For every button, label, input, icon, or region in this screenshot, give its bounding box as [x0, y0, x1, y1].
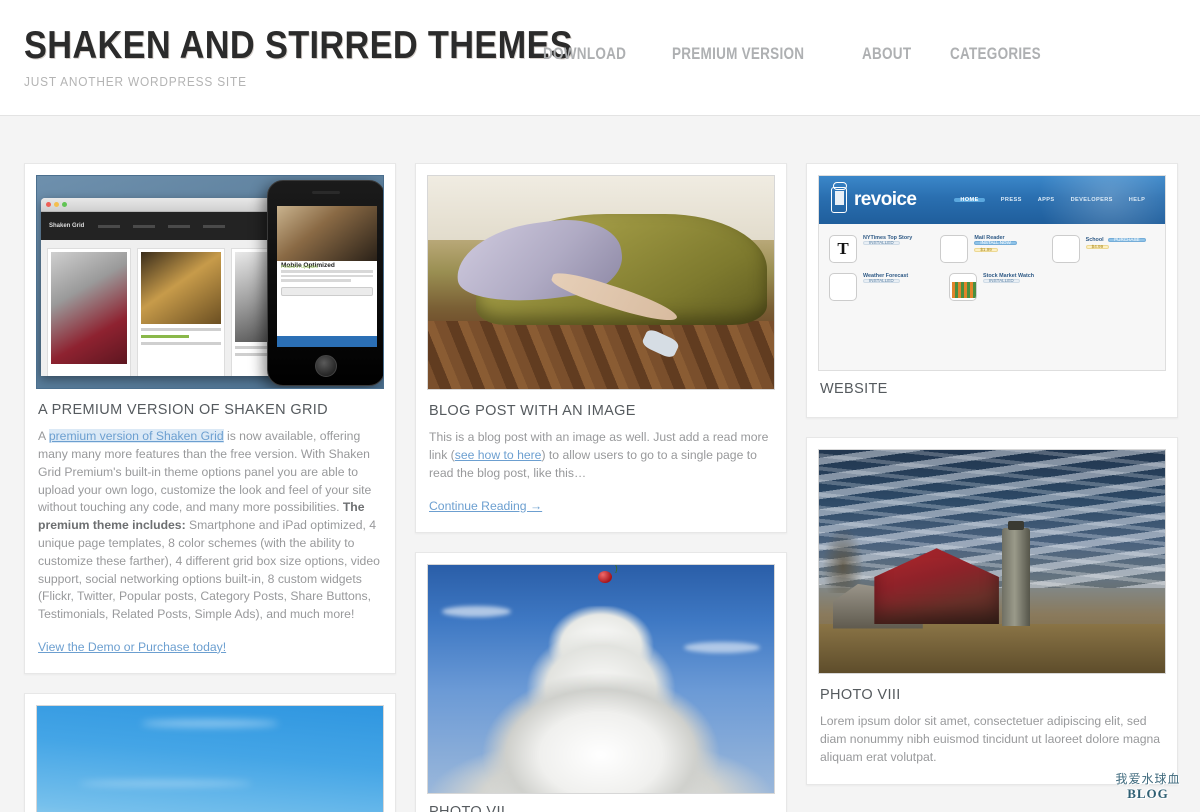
school-app-name: School — [1085, 237, 1104, 243]
cloud-photo-thumbnail[interactable] — [427, 563, 775, 794]
post-card-premium[interactable]: Shaken Grid Mobile Optimized Posted in U… — [24, 163, 396, 674]
cloud-icon — [833, 182, 847, 190]
post-card-photo-vii[interactable]: PHOTO VII — [415, 551, 787, 812]
school-app-badge: PURCHASE — [1108, 237, 1146, 242]
promo-thumbnail-image[interactable]: Shaken Grid Mobile Optimized Posted in U… — [36, 175, 384, 389]
weather-app-badge: INSTALLED — [863, 278, 900, 283]
continue-reading-link[interactable]: Continue Reading → — [429, 499, 542, 513]
site-header: SHAKEN AND STIRRED THEMES JUST ANOTHER W… — [0, 0, 1200, 116]
iphone-mockup: Mobile Optimized Posted in Updates — [267, 180, 383, 386]
iphone-speaker — [312, 191, 340, 194]
post-title-photo-viii[interactable]: PHOTO VIII — [820, 686, 1164, 704]
nytimes-app-badge: INSTALLED — [863, 240, 900, 245]
excerpt-text-lead: A — [38, 429, 49, 444]
nav-item-premium-version[interactable]: PREMIUM VERSION — [672, 45, 804, 64]
revoice-app-school: School PURCHASE $4.99 — [1051, 235, 1155, 263]
revoice-nav: HOME PRESS APPS DEVELOPERS HELP — [954, 197, 1145, 203]
nav-item-categories[interactable]: CATEGORIES — [950, 45, 1041, 64]
nytimes-app-icon — [829, 235, 857, 263]
stock-app-badge: INSTALLED — [983, 278, 1020, 283]
demo-purchase-link[interactable]: View the Demo or Purchase today! — [38, 640, 226, 654]
phone-icon — [831, 187, 847, 213]
revoice-app-row-2: Weather Forecast INSTALLED Stock Market … — [829, 273, 1155, 301]
mail-app-price: $1.99 — [974, 247, 998, 252]
browser-close-dot — [46, 202, 51, 207]
post-excerpt-blog-image: This is a blog post with an image as wel… — [429, 429, 773, 482]
mail-app-badge: INSTALL NOW — [974, 240, 1017, 245]
post-title-website[interactable]: WEBSITE — [820, 380, 1164, 398]
post-title-premium[interactable]: A PREMIUM VERSION OF SHAKEN GRID — [38, 401, 382, 419]
post-title-photo-vii[interactable]: PHOTO VII — [429, 803, 773, 812]
iphone-button — [281, 286, 373, 296]
grid-column-2: BLOG POST WITH AN IMAGE This is a blog p… — [415, 163, 787, 812]
post-card-sky[interactable] — [24, 692, 396, 812]
page-title[interactable]: SHAKEN AND STIRRED THEMES — [24, 26, 573, 66]
revoice-app-list: NYTimes Top Story INSTALLED Mail Reader … — [819, 224, 1165, 370]
post-card-website[interactable]: revoice HOME PRESS APPS DEVELOPERS HELP — [806, 163, 1178, 419]
school-app-icon — [1051, 235, 1080, 263]
mockup-nav — [98, 224, 226, 228]
revoice-header: revoice HOME PRESS APPS DEVELOPERS HELP — [819, 176, 1165, 224]
iphone-home-button — [315, 355, 337, 377]
iphone-photo — [277, 206, 377, 261]
post-card-photo-viii[interactable]: PHOTO VIII Lorem ipsum dolor sit amet, c… — [806, 437, 1178, 785]
site-description: JUST ANOTHER WORDPRESS SITE — [24, 74, 247, 89]
grid-column-3: revoice HOME PRESS APPS DEVELOPERS HELP — [806, 163, 1178, 812]
post-title-blog-image[interactable]: BLOG POST WITH AN IMAGE — [429, 402, 773, 420]
post-excerpt-premium: A premium version of Shaken Grid is now … — [38, 428, 382, 624]
grid-column-1: Shaken Grid Mobile Optimized Posted in U… — [24, 163, 396, 812]
iphone-toolbar — [277, 336, 377, 347]
iphone-screen: Mobile Optimized Posted in Updates — [277, 206, 377, 336]
revoice-app-mail: Mail Reader INSTALL NOW $1.99 — [940, 235, 1043, 263]
barn-photo-thumbnail[interactable] — [818, 449, 1166, 675]
mail-app-icon — [940, 235, 969, 263]
website-screenshot-thumbnail[interactable]: revoice HOME PRESS APPS DEVELOPERS HELP — [818, 175, 1166, 371]
site-branding: SHAKEN AND STIRRED THEMES JUST ANOTHER W… — [0, 0, 573, 89]
nav-item-download[interactable]: DOWNLOAD — [543, 45, 626, 64]
browser-zoom-dot — [62, 202, 67, 207]
main-navigation: DOWNLOAD PREMIUM VERSION ABOUT CATEGORIE… — [543, 45, 1089, 64]
revoice-app-row-1: NYTimes Top Story INSTALLED Mail Reader … — [829, 235, 1155, 263]
revoice-app-nytimes: NYTimes Top Story INSTALLED — [829, 235, 932, 263]
posts-grid: Shaken Grid Mobile Optimized Posted in U… — [0, 116, 1200, 812]
revoice-nav-home: HOME — [954, 197, 985, 203]
mockup-cell-2 — [137, 248, 225, 376]
see-how-to-here-link[interactable]: see how to here — [455, 448, 542, 462]
mockup-cell-1 — [47, 248, 131, 376]
excerpt-text-2: Smartphone and iPad optimized, 4 unique … — [38, 518, 380, 622]
revoice-app-weather: Weather Forecast INSTALLED — [829, 273, 941, 301]
stock-app-icon — [949, 273, 977, 301]
post-excerpt-photo-viii: Lorem ipsum dolor sit amet, consectetuer… — [820, 714, 1161, 764]
weather-app-icon — [829, 273, 857, 301]
sky-photo-thumbnail[interactable] — [36, 704, 384, 812]
fashion-photo-thumbnail[interactable] — [427, 175, 775, 390]
browser-minimize-dot — [54, 202, 59, 207]
revoice-app-stock: Stock Market Watch INSTALLED — [949, 273, 1061, 301]
nav-item-about[interactable]: ABOUT — [862, 45, 911, 64]
post-card-blog-image[interactable]: BLOG POST WITH AN IMAGE This is a blog p… — [415, 163, 787, 533]
school-app-price: $4.99 — [1085, 244, 1110, 249]
premium-version-link[interactable]: premium version of Shaken Grid — [48, 429, 224, 444]
